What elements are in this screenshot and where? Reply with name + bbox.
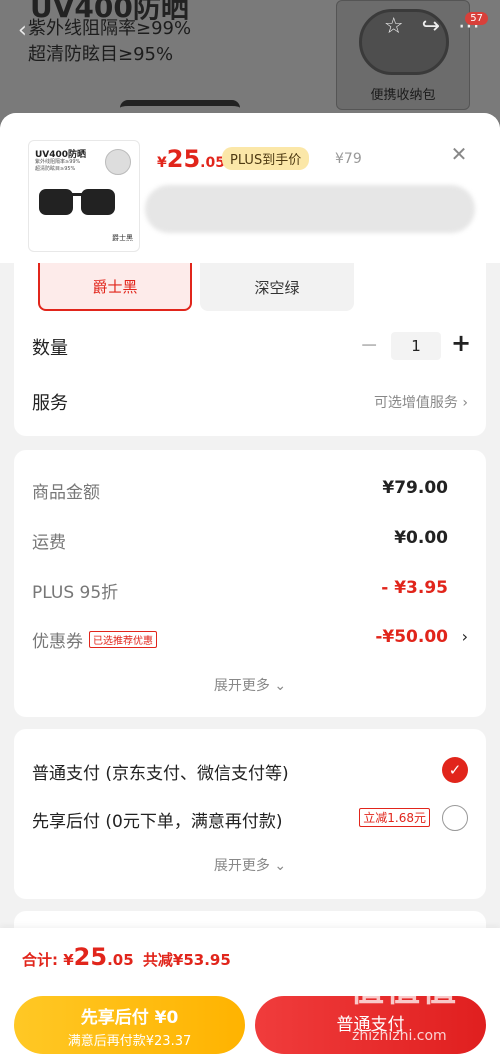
thumb-sub2: 超清防眩目≥95%	[35, 166, 76, 172]
cart-badge: 57	[465, 12, 488, 25]
total-label: 合计:	[22, 951, 58, 969]
qty-input[interactable]: 1	[391, 332, 441, 360]
coupon-value: -¥50.00	[375, 627, 448, 647]
expand-more-amount[interactable]: 展开更多 ⌄	[14, 675, 486, 695]
watermark-logo: 值值值	[350, 970, 458, 1010]
coupon-label: 优惠券	[32, 632, 83, 652]
close-icon[interactable]: ✕	[448, 143, 470, 165]
product-header: UV400防晒 紫外线阻隔率≥99% 超清防眩目≥95% 爵士黑 ¥25.05 …	[0, 113, 500, 263]
pay-later-button[interactable]: 先享后付 ¥0 满意后再付款¥23.37	[14, 996, 245, 1054]
spec-card: 爵士黑 深空绿 数量 − 1 + 服务 可选增值服务 ›	[14, 263, 486, 436]
share-icon[interactable]: ↪	[422, 14, 440, 39]
pay-later-line1: 先享后付 ¥0	[80, 1008, 179, 1028]
watermark-site: zhizhizhi.com	[352, 1028, 447, 1044]
goods-amount-row: 商品金额 ¥79.00	[32, 478, 468, 503]
check-unselected-icon[interactable]	[442, 805, 468, 831]
purchase-sheet: UV400防晒 紫外线阻隔率≥99% 超清防眩目≥95% 爵士黑 ¥25.05 …	[0, 113, 500, 1058]
product-thumbnail[interactable]: UV400防晒 紫外线阻隔率≥99% 超清防眩目≥95% 爵士黑	[28, 140, 140, 252]
shipping-row: 运费 ¥0.00	[32, 528, 468, 553]
thumb-sub: 紫外线阻隔率≥99% 超清防眩目≥95%	[35, 159, 80, 173]
product-price: ¥25.05	[157, 145, 225, 173]
thumb-color: 爵士黑	[112, 234, 133, 242]
total-dec: .05	[107, 951, 134, 969]
back-icon[interactable]: ‹	[18, 18, 27, 43]
thumb-sub1: 紫外线阻隔率≥99%	[35, 159, 81, 165]
amount-card: 商品金额 ¥79.00 运费 ¥0.00 PLUS 95折 - ¥3.95 优惠…	[14, 450, 486, 717]
payment-option-normal[interactable]: 普通支付 (京东支付、微信支付等) ✓	[32, 757, 468, 784]
qty-plus-button[interactable]: +	[451, 329, 471, 357]
service-link[interactable]: 可选增值服务 ›	[374, 392, 468, 412]
case-label: 便携收纳包	[370, 88, 436, 103]
plus-price-tag: PLUS到手价	[222, 147, 310, 170]
product-title-blurred	[145, 185, 475, 233]
order-total: 合计: ¥25.05 共减¥53.95	[22, 943, 231, 971]
goods-value: ¥79.00	[382, 478, 448, 498]
chevron-right-icon: ›	[462, 395, 468, 411]
total-saving: 共减¥53.95	[142, 951, 231, 969]
payment-normal-label: 普通支付 (京东支付、微信支付等)	[32, 764, 289, 784]
pay-later-line2: 满意后再付款¥23.37	[67, 1034, 192, 1049]
discount-tag: 立减1.68元	[359, 808, 430, 827]
chevron-down-icon: ⌄	[274, 858, 287, 874]
check-selected-icon[interactable]: ✓	[442, 757, 468, 783]
total-symbol: ¥	[63, 951, 74, 969]
bg-line1: 紫外线阻隔率≥99%	[28, 18, 192, 39]
chevron-right-icon: ›	[461, 627, 468, 646]
service-label: 服务	[32, 393, 68, 414]
original-price: ¥79	[335, 151, 362, 167]
bg-line2: 超清防眩目≥95%	[28, 44, 174, 65]
payment-later-label: 先享后付 (0元下单，满意再付款)	[32, 812, 283, 832]
plus-discount-label: PLUS 95折	[32, 583, 119, 603]
background-page: UV400防晒 ‹ 紫外线阻隔率≥99% 超清防眩目≥95% 便携收纳包 ☆ ↪…	[0, 0, 500, 130]
coupon-tag: 已选推荐优惠	[89, 631, 157, 648]
payment-option-later[interactable]: 先享后付 (0元下单，满意再付款) 立减1.68元	[32, 805, 468, 832]
goods-label: 商品金额	[32, 483, 100, 503]
payment-card: 普通支付 (京东支付、微信支付等) ✓ 先享后付 (0元下单，满意再付款) 立减…	[14, 729, 486, 899]
sunglasses-icon	[39, 189, 115, 215]
qty-minus-button[interactable]: −	[360, 333, 378, 358]
total-int: 25	[73, 943, 108, 971]
expand-more-label: 展开更多	[213, 678, 270, 694]
plus-discount-row: PLUS 95折 - ¥3.95	[32, 578, 468, 603]
star-icon[interactable]: ☆	[384, 14, 404, 39]
qty-label: 数量	[32, 338, 68, 359]
expand-more-label: 展开更多	[213, 858, 270, 874]
plus-discount-value: - ¥3.95	[381, 578, 448, 598]
chevron-down-icon: ⌄	[274, 678, 287, 694]
coupon-row[interactable]: 优惠券 已选推荐优惠 -¥50.00 ›	[32, 627, 468, 652]
shipping-label: 运费	[32, 533, 66, 553]
color-option-selected[interactable]: 爵士黑	[38, 263, 192, 311]
service-link-text: 可选增值服务	[373, 395, 458, 411]
thumb-case-icon	[105, 149, 131, 175]
shipping-value: ¥0.00	[394, 528, 448, 548]
price-int: 25	[166, 145, 201, 173]
color-option[interactable]: 深空绿	[200, 263, 354, 311]
price-symbol: ¥	[157, 155, 167, 171]
expand-more-payment[interactable]: 展开更多 ⌄	[14, 855, 486, 875]
